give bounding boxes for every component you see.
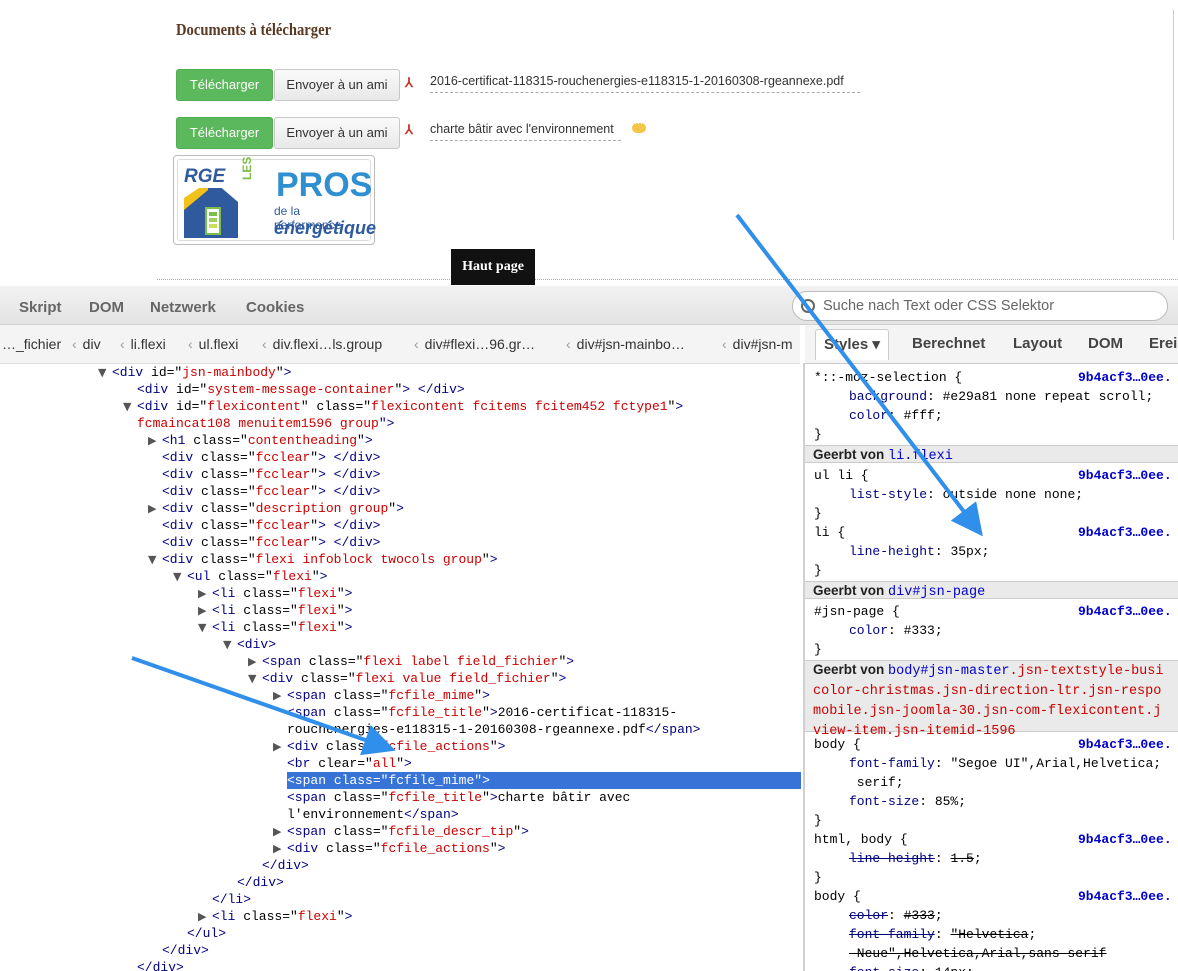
arrow-to-line-height: [735, 213, 983, 537]
annotation-arrows: [131, 213, 983, 756]
arrow-to-fcfile-actions: [131, 656, 396, 756]
